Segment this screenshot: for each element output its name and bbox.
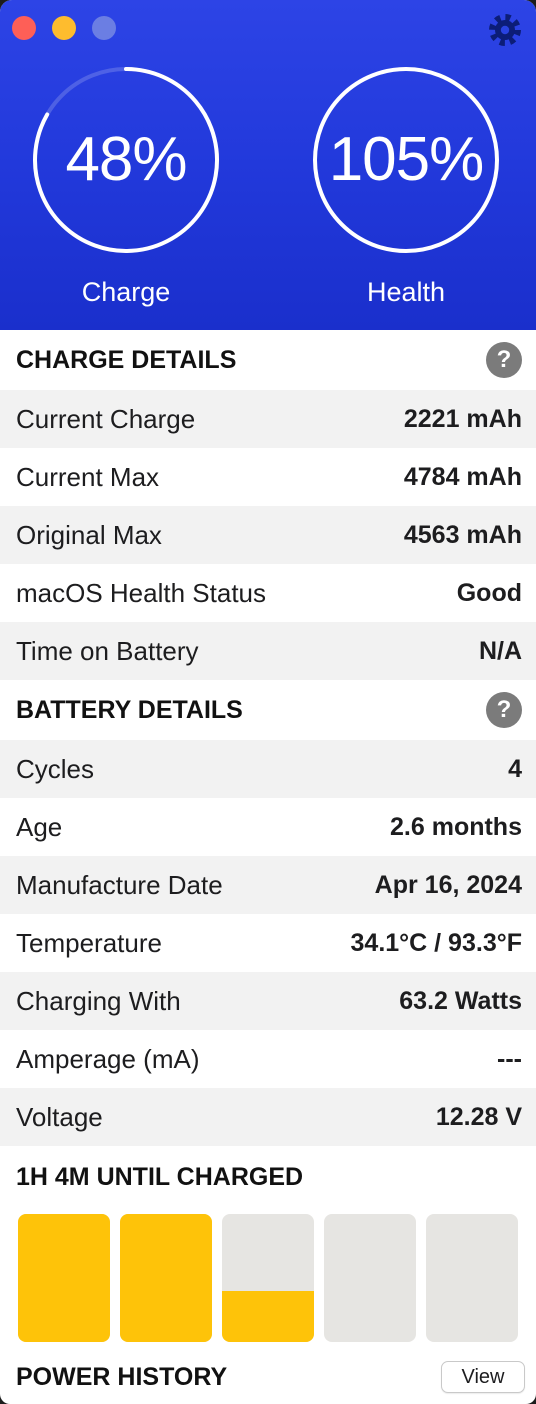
charge-bar bbox=[120, 1214, 212, 1342]
charge-bar bbox=[426, 1214, 518, 1342]
detail-row-original-max: Original Max 4563 mAh bbox=[0, 506, 536, 564]
row-label: Temperature bbox=[16, 927, 162, 958]
row-label: Manufacture Date bbox=[16, 869, 223, 900]
charge-bar bbox=[324, 1214, 416, 1342]
row-value: Apr 16, 2024 bbox=[374, 870, 522, 899]
time-until-charged: 1H 4M UNTIL CHARGED bbox=[16, 1162, 304, 1191]
question-mark-icon[interactable]: ? bbox=[486, 342, 522, 378]
charge-gauge: 48% bbox=[26, 60, 226, 260]
detail-row-manufacture-date: Manufacture Date Apr 16, 2024 bbox=[0, 856, 536, 914]
health-gauge: 105% bbox=[306, 60, 506, 260]
row-label: Amperage (mA) bbox=[16, 1043, 200, 1074]
charge-bar-fill bbox=[222, 1290, 314, 1342]
row-label: Time on Battery bbox=[16, 635, 199, 666]
section-title: BATTERY DETAILS bbox=[16, 695, 243, 724]
time-until-charged-header: 1H 4M UNTIL CHARGED bbox=[0, 1146, 536, 1208]
detail-row-health-status: macOS Health Status Good bbox=[0, 564, 536, 622]
detail-row-age: Age 2.6 months bbox=[0, 798, 536, 856]
power-history-row: POWER HISTORY View bbox=[0, 1350, 536, 1404]
window-close-button[interactable] bbox=[12, 16, 36, 40]
row-label: Current Max bbox=[16, 461, 160, 492]
detail-row-amperage: Amperage (mA) --- bbox=[0, 1030, 536, 1088]
row-label: Charging With bbox=[16, 985, 181, 1016]
power-history-title: POWER HISTORY bbox=[16, 1362, 228, 1391]
row-label: Age bbox=[16, 811, 63, 842]
details-list: CHARGE DETAILS ? Current Charge 2221 mAh… bbox=[0, 330, 536, 1404]
charge-bar-fill bbox=[120, 1214, 212, 1342]
row-label: Voltage bbox=[16, 1101, 103, 1132]
detail-row-current-charge: Current Charge 2221 mAh bbox=[0, 390, 536, 448]
section-title: CHARGE DETAILS bbox=[16, 345, 237, 374]
window-zoom-button[interactable] bbox=[92, 16, 116, 40]
question-mark-icon[interactable]: ? bbox=[486, 692, 522, 728]
charge-bar bbox=[222, 1214, 314, 1342]
detail-row-voltage: Voltage 12.28 V bbox=[0, 1088, 536, 1146]
row-value: 34.1°C / 93.3°F bbox=[350, 928, 522, 957]
charge-bar bbox=[18, 1214, 110, 1342]
row-value: 4784 mAh bbox=[403, 462, 522, 491]
charge-label: Charge bbox=[81, 277, 171, 307]
detail-row-charging-with: Charging With 63.2 Watts bbox=[0, 972, 536, 1030]
health-label: Health bbox=[366, 277, 446, 307]
charge-bars bbox=[0, 1208, 536, 1350]
row-value: 4 bbox=[508, 754, 522, 783]
view-button[interactable]: View bbox=[441, 1361, 525, 1393]
row-value: 4563 mAh bbox=[403, 520, 522, 549]
battery-header: 48% Charge 105% Health bbox=[0, 0, 536, 330]
health-percent: 105% bbox=[328, 125, 485, 194]
charge-details-header: CHARGE DETAILS ? bbox=[0, 330, 536, 390]
row-label: macOS Health Status bbox=[16, 577, 266, 608]
battery-window: 48% Charge 105% Health CHARGE DETAILS ? … bbox=[0, 0, 536, 1404]
window-minimize-button[interactable] bbox=[52, 16, 76, 40]
row-value: 2.6 months bbox=[390, 812, 522, 841]
row-value: N/A bbox=[478, 636, 522, 665]
detail-row-cycles: Cycles 4 bbox=[0, 740, 536, 798]
detail-row-current-max: Current Max 4784 mAh bbox=[0, 448, 536, 506]
detail-row-time-on-battery: Time on Battery N/A bbox=[0, 622, 536, 680]
detail-row-temperature: Temperature 34.1°C / 93.3°F bbox=[0, 914, 536, 972]
charge-percent: 48% bbox=[65, 125, 187, 194]
row-label: Original Max bbox=[16, 519, 162, 550]
row-value: 63.2 Watts bbox=[399, 986, 522, 1015]
row-value: 2221 mAh bbox=[403, 404, 522, 433]
row-value: Good bbox=[456, 578, 522, 607]
gear-icon[interactable] bbox=[487, 12, 523, 48]
battery-details-header: BATTERY DETAILS ? bbox=[0, 680, 536, 740]
row-label: Cycles bbox=[16, 753, 95, 784]
row-value: 12.28 V bbox=[435, 1102, 522, 1131]
row-label: Current Charge bbox=[16, 403, 196, 434]
charge-bar-fill bbox=[18, 1214, 110, 1342]
row-value: --- bbox=[497, 1044, 522, 1073]
